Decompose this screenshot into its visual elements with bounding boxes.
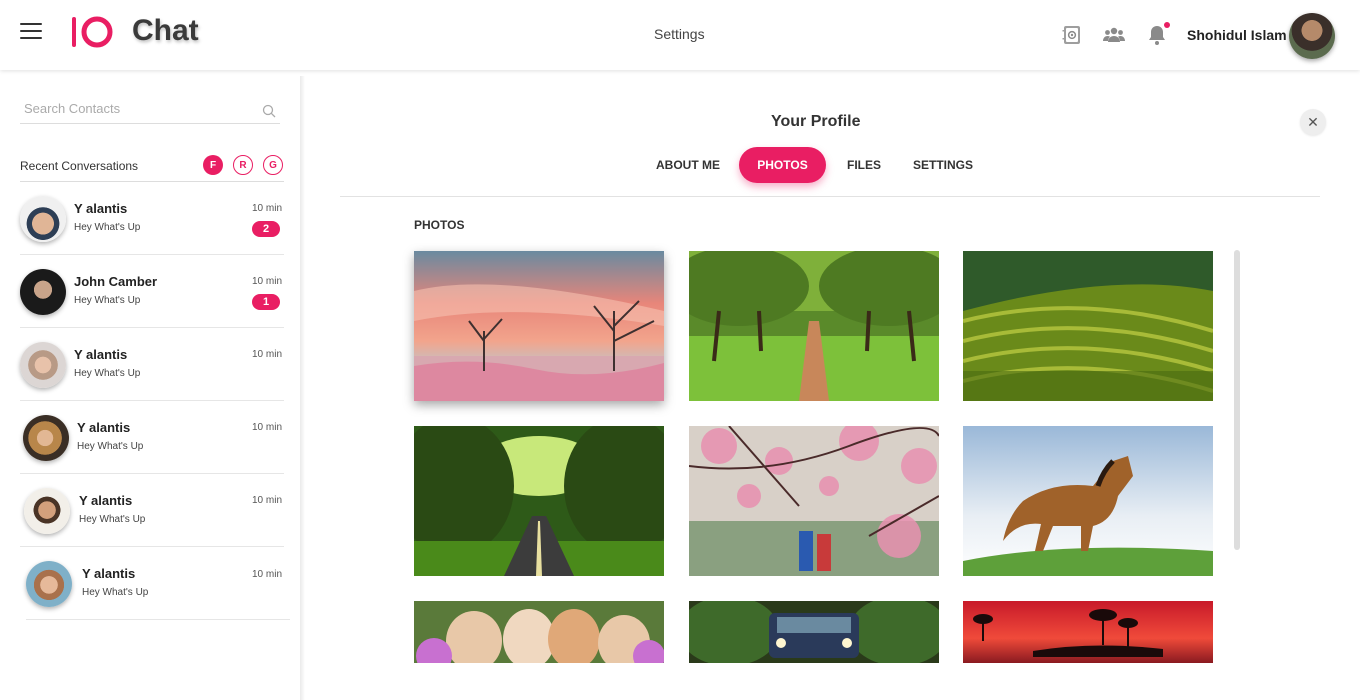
contact-name: Y alantis: [82, 566, 136, 581]
message-time: 10 min: [251, 276, 282, 287]
contact-name: Y alantis: [74, 347, 128, 362]
close-button[interactable]: ✕: [1300, 109, 1326, 135]
contacts-book-icon[interactable]: [1061, 24, 1083, 46]
last-message: Hey What's Up: [74, 222, 141, 233]
conversation-item[interactable]: Y alantis Hey What's Up 10 min: [20, 474, 284, 547]
contact-name: Y alantis: [77, 420, 131, 435]
contact-avatar: [24, 488, 70, 534]
contact-name: John Camber: [74, 274, 158, 289]
logo-icon: [72, 16, 113, 48]
unread-badge: 1: [252, 294, 280, 310]
photo-horse[interactable]: [963, 426, 1213, 576]
search-input[interactable]: [20, 98, 250, 119]
conversation-item[interactable]: Y alantis Hey What's Up 10 min: [26, 547, 290, 620]
photo-forest-road[interactable]: [414, 426, 664, 576]
contact-avatar: [20, 196, 66, 242]
photos-section-title: PHOTOS: [414, 218, 465, 232]
last-message: Hey What's Up: [74, 368, 141, 379]
filter-g-button[interactable]: G: [263, 155, 283, 175]
app-header: Chat Settings Shohidul Islam: [0, 0, 1360, 70]
filter-f-button[interactable]: F: [203, 155, 223, 175]
search-box: [20, 98, 280, 124]
tab-about-me[interactable]: ABOUT ME: [650, 147, 726, 183]
message-time: 10 min: [251, 203, 282, 214]
contact-avatar: [26, 561, 72, 607]
last-message: Hey What's Up: [74, 295, 141, 306]
contact-name: Y alantis: [74, 201, 128, 216]
message-time: 10 min: [251, 569, 282, 580]
user-name[interactable]: Shohidul Islam: [1187, 27, 1287, 43]
hamburger-menu-icon[interactable]: [20, 23, 42, 41]
contact-avatar: [20, 269, 66, 315]
photos-scrollbar[interactable]: [1234, 250, 1240, 550]
photo-red-sunset-island[interactable]: [963, 601, 1213, 663]
message-time: 10 min: [251, 495, 282, 506]
last-message: Hey What's Up: [77, 441, 144, 452]
filter-r-button[interactable]: R: [233, 155, 253, 175]
group-icon[interactable]: [1103, 24, 1125, 46]
contacts-sidebar: Recent Conversations F R G Y alantis Hey…: [0, 70, 300, 700]
conversation-item[interactable]: Y alantis Hey What's Up 10 min: [20, 401, 284, 474]
message-time: 10 min: [251, 422, 282, 433]
notification-bell-icon[interactable]: [1146, 22, 1170, 46]
photo-kittens[interactable]: [414, 601, 664, 663]
contact-name: Y alantis: [79, 493, 133, 508]
tab-photos[interactable]: PHOTOS: [739, 147, 826, 183]
photo-tree-avenue[interactable]: [689, 251, 939, 401]
photo-cherry-blossoms[interactable]: [689, 426, 939, 576]
recent-conversations-header: Recent Conversations F R G: [20, 154, 284, 182]
settings-link[interactable]: Settings: [654, 26, 705, 42]
last-message: Hey What's Up: [79, 514, 146, 525]
app-name: Chat: [132, 14, 199, 47]
contact-avatar: [23, 415, 69, 461]
tabs-divider: [340, 196, 1320, 197]
tab-settings[interactable]: SETTINGS: [908, 147, 978, 183]
contact-avatar: [20, 342, 66, 388]
photo-jeep[interactable]: [689, 601, 939, 663]
photo-sunset-trees[interactable]: [414, 251, 664, 401]
conversation-item[interactable]: John Camber Hey What's Up 10 min 1: [20, 255, 284, 328]
unread-badge: 2: [252, 221, 280, 237]
conversation-item[interactable]: Y alantis Hey What's Up 10 min 2: [20, 182, 284, 255]
search-icon[interactable]: [262, 104, 276, 118]
tab-files[interactable]: FILES: [840, 147, 888, 183]
recent-conversations-label: Recent Conversations: [20, 159, 139, 173]
conversation-item[interactable]: Y alantis Hey What's Up 10 min: [20, 328, 284, 401]
user-avatar[interactable]: [1289, 13, 1335, 59]
last-message: Hey What's Up: [82, 587, 149, 598]
profile-title: Your Profile: [771, 113, 861, 130]
photo-rice-terraces[interactable]: [963, 251, 1213, 401]
sidebar-divider: [300, 76, 305, 700]
message-time: 10 min: [251, 349, 282, 360]
notification-dot: [1164, 22, 1170, 28]
